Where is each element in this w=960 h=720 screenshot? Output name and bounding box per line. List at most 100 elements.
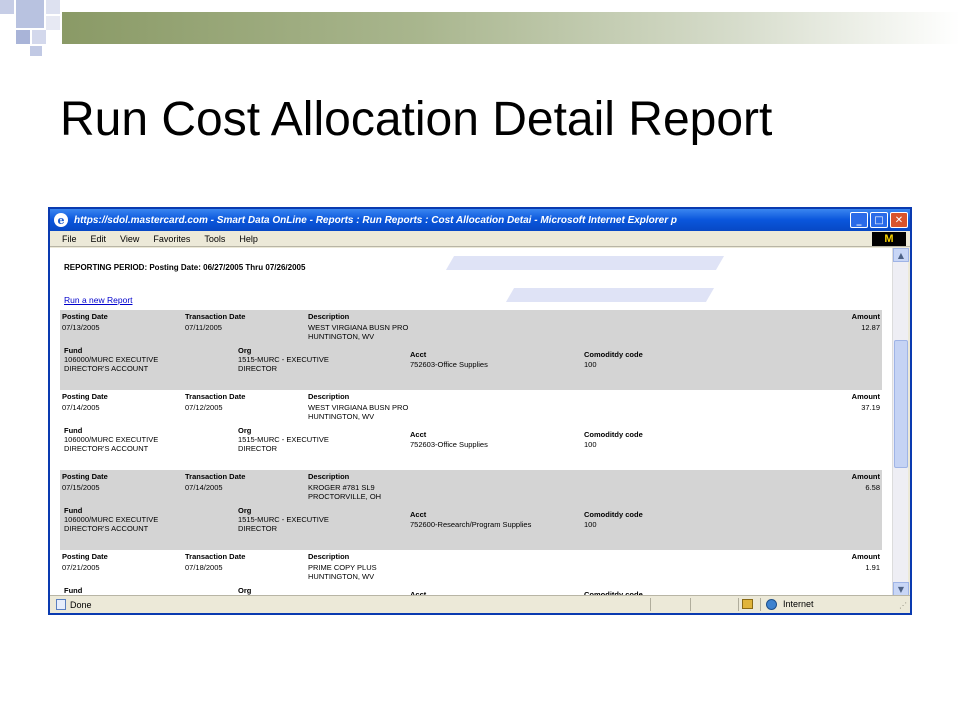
header-acct: Acct xyxy=(410,430,427,439)
org-line2: DIRECTOR xyxy=(238,524,278,533)
description-line1: PRIME COPY PLUS xyxy=(308,563,377,572)
commodity-value: 100 xyxy=(584,520,597,529)
fund-line2: DIRECTOR'S ACCOUNT xyxy=(64,524,149,533)
header-transaction-date: Transaction Date xyxy=(185,472,246,481)
org-line2: DIRECTOR xyxy=(238,444,278,453)
decor-square xyxy=(16,0,44,28)
menu-bar: File Edit View Favorites Tools Help M xyxy=(50,231,910,247)
slide-title: Run Cost Allocation Detail Report xyxy=(60,93,773,146)
org-line1: 1515-MURC - EXECUTIVE xyxy=(238,435,329,444)
watermark-stripe xyxy=(505,288,715,302)
transaction-block: Posting Date Transaction Date Descriptio… xyxy=(60,390,882,470)
fund-line2: DIRECTOR'S ACCOUNT xyxy=(64,364,149,373)
acct-value: 752603-Office Supplies xyxy=(410,360,488,369)
acct-value: 752600-Research/Program Supplies xyxy=(410,520,532,529)
description-line2: PROCTORVILLE, OH xyxy=(308,492,382,501)
decor-gradient-bar xyxy=(62,12,960,44)
run-new-report-link[interactable]: Run a new Report xyxy=(64,295,133,305)
status-divider xyxy=(738,598,739,611)
header-acct: Acct xyxy=(410,510,427,519)
header-amount: Amount xyxy=(851,552,880,561)
header-commodity: Comoditdy code xyxy=(584,510,643,519)
status-divider xyxy=(760,598,761,611)
header-posting-date: Posting Date xyxy=(62,552,108,561)
header-amount: Amount xyxy=(851,472,880,481)
header-fund: Fund xyxy=(64,506,83,515)
amount: 6.58 xyxy=(865,483,880,492)
transaction-date: 07/14/2005 xyxy=(185,483,223,492)
internet-zone-icon xyxy=(766,599,777,610)
description-line2: HUNTINGTON, WV xyxy=(308,332,375,341)
page-content: REPORTING PERIOD: Posting Date: 06/27/20… xyxy=(50,248,892,596)
header-transaction-date: Transaction Date xyxy=(185,312,246,321)
header-org: Org xyxy=(238,506,252,515)
watermark-stripe xyxy=(445,256,725,270)
transaction-date: 07/18/2005 xyxy=(185,563,223,572)
posting-date: 07/15/2005 xyxy=(62,483,100,492)
header-transaction-date: Transaction Date xyxy=(185,552,246,561)
header-transaction-date: Transaction Date xyxy=(185,392,246,401)
menu-view[interactable]: View xyxy=(120,234,139,244)
header-org: Org xyxy=(238,346,252,355)
transaction-date: 07/12/2005 xyxy=(185,403,223,412)
header-posting-date: Posting Date xyxy=(62,392,108,401)
menu-help[interactable]: Help xyxy=(239,234,258,244)
org-line1: 1515-MURC - EXECUTIVE xyxy=(238,515,329,524)
header-posting-date: Posting Date xyxy=(62,312,108,321)
header-description: Description xyxy=(308,392,350,401)
browser-window: e https://sdol.mastercard.com - Smart Da… xyxy=(48,207,912,615)
menu-tools[interactable]: Tools xyxy=(204,234,225,244)
lock-icon xyxy=(742,599,753,609)
description-line1: KROGER #781 SL9 xyxy=(308,483,375,492)
minimize-button[interactable]: _ xyxy=(850,212,868,228)
status-bar: Done Internet ⋰ xyxy=(50,595,910,613)
header-fund: Fund xyxy=(64,346,83,355)
decor-square xyxy=(0,0,14,14)
scroll-down-icon[interactable]: ▼ xyxy=(893,582,909,596)
header-fund: Fund xyxy=(64,586,83,595)
maximize-button[interactable]: □ xyxy=(870,212,888,228)
header-acct: Acct xyxy=(410,350,427,359)
header-org: Org xyxy=(238,586,252,595)
vertical-scrollbar[interactable]: ▲ ▼ xyxy=(892,248,909,596)
marshall-logo: M xyxy=(872,232,906,246)
header-commodity: Comoditdy code xyxy=(584,350,643,359)
transaction-block: Posting Date Transaction Date Descriptio… xyxy=(60,310,882,390)
reporting-period: REPORTING PERIOD: Posting Date: 06/27/20… xyxy=(64,263,306,272)
scroll-up-icon[interactable]: ▲ xyxy=(893,248,909,262)
page-done-icon xyxy=(56,599,66,610)
decor-square xyxy=(32,30,46,44)
transaction-date: 07/11/2005 xyxy=(185,323,222,332)
header-commodity: Comoditdy code xyxy=(584,430,643,439)
org-line1: 1515-MURC - EXECUTIVE xyxy=(238,355,329,364)
transaction-block: Posting Date Transaction Date Descriptio… xyxy=(60,470,882,550)
header-amount: Amount xyxy=(851,312,880,321)
amount: 1.91 xyxy=(865,563,880,572)
menu-favorites[interactable]: Favorites xyxy=(153,234,190,244)
header-posting-date: Posting Date xyxy=(62,472,108,481)
amount: 12.87 xyxy=(861,323,880,332)
security-zone: Internet xyxy=(783,599,814,609)
fund-line1: 106000/MURC EXECUTIVE xyxy=(64,355,159,364)
menu-edit[interactable]: Edit xyxy=(91,234,107,244)
header-amount: Amount xyxy=(851,392,880,401)
decor-square xyxy=(46,16,60,30)
window-titlebar[interactable]: e https://sdol.mastercard.com - Smart Da… xyxy=(50,209,910,231)
header-description: Description xyxy=(308,552,350,561)
description-line1: WEST VIRGIANA BUSN PRO xyxy=(308,403,409,412)
ie-icon: e xyxy=(54,213,68,227)
header-description: Description xyxy=(308,472,350,481)
posting-date: 07/21/2005 xyxy=(62,563,100,572)
status-text: Done xyxy=(70,599,92,610)
fund-line1: 106000/MURC EXECUTIVE xyxy=(64,515,159,524)
header-fund: Fund xyxy=(64,426,83,435)
status-divider xyxy=(690,598,691,611)
description-line1: WEST VIRGIANA BUSN PRO xyxy=(308,323,409,332)
scroll-thumb[interactable] xyxy=(894,340,908,468)
amount: 37.19 xyxy=(861,403,880,412)
resize-grip-icon[interactable]: ⋰ xyxy=(899,601,907,610)
description-line2: HUNTINGTON, WV xyxy=(308,412,375,421)
menu-file[interactable]: File xyxy=(62,234,77,244)
close-button[interactable]: ✕ xyxy=(890,212,908,228)
decor-square xyxy=(46,0,60,14)
